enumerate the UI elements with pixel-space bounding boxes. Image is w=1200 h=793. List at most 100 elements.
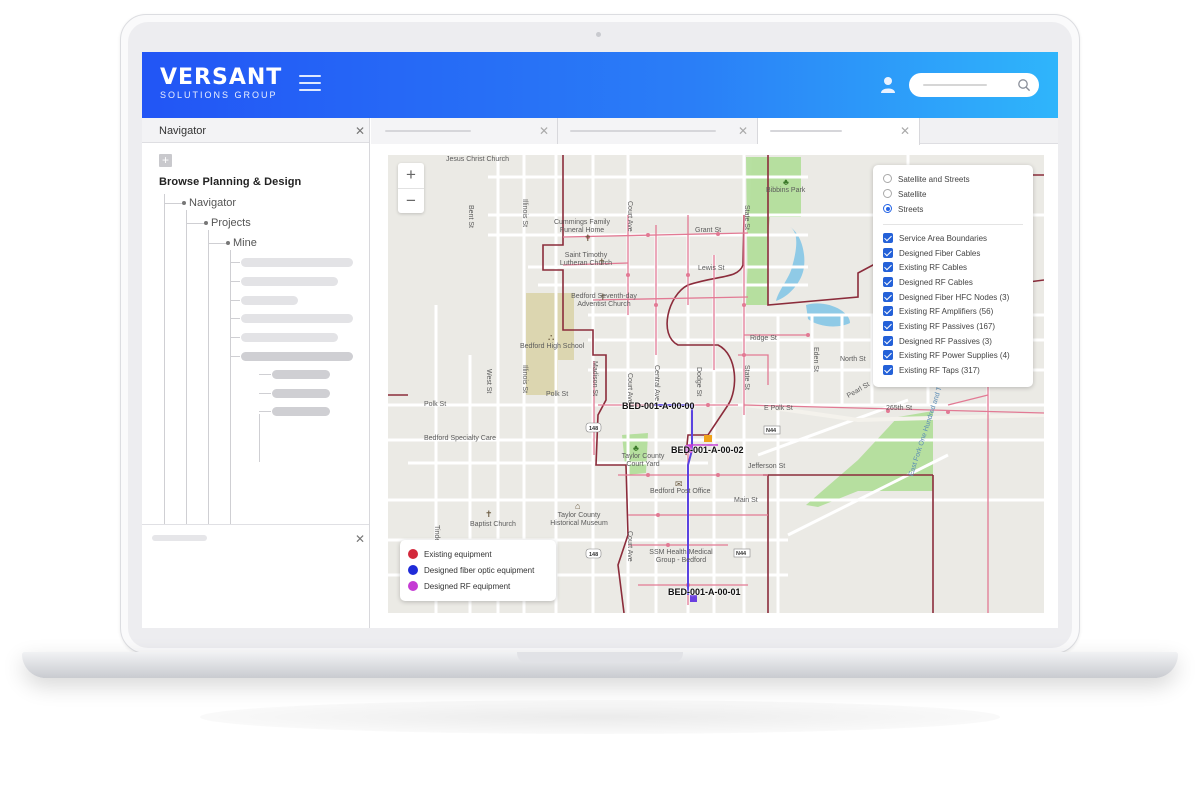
checkbox-checked[interactable]	[883, 262, 893, 272]
tab[interactable]: ✕	[558, 118, 758, 144]
overlay-option[interactable]: Designed Fiber Cables	[883, 248, 981, 259]
overlay-label: Designed Fiber Cables	[899, 249, 981, 259]
close-icon[interactable]: ✕	[900, 125, 910, 137]
tree-item-placeholder[interactable]	[272, 407, 330, 416]
tree-item-placeholder[interactable]	[241, 296, 298, 305]
base-layer-label: Satellite	[898, 190, 927, 199]
legend-swatch	[408, 548, 418, 559]
search-input[interactable]	[909, 73, 1039, 97]
tree-item-projects[interactable]: Projects	[211, 217, 251, 229]
overlay-option[interactable]: Designed Fiber HFC Nodes (3)	[883, 292, 1009, 303]
overlay-option[interactable]: Existing RF Taps (317)	[883, 365, 980, 376]
search-icon[interactable]	[1017, 78, 1031, 92]
equipment-label[interactable]: BED-001-A-00-01	[668, 587, 741, 597]
checkbox-checked[interactable]	[883, 306, 893, 316]
equipment-label[interactable]: BED-001-A-00-00	[622, 401, 695, 411]
map-place-label: Bedford Seventh-day Adventist Church	[571, 293, 637, 308]
tree-connector	[230, 337, 240, 338]
overlay-label: Existing RF Passives (167)	[899, 322, 996, 332]
tree-item-placeholder[interactable]	[241, 352, 353, 361]
base-layer-option[interactable]: Streets	[883, 204, 923, 215]
tree-item-placeholder[interactable]	[241, 314, 353, 323]
tab[interactable]: ✕	[371, 118, 558, 144]
radio-button[interactable]	[883, 174, 892, 184]
checkbox-checked[interactable]	[883, 365, 893, 375]
close-icon[interactable]: ✕	[539, 125, 549, 137]
zoom-out-button[interactable]: −	[398, 188, 424, 213]
lake	[776, 227, 805, 301]
equipment-label[interactable]: BED-001-A-00-02	[671, 445, 744, 455]
overlay-label: Existing RF Cables	[899, 263, 968, 273]
tree-item-placeholder[interactable]	[272, 370, 330, 379]
close-icon[interactable]: ✕	[355, 125, 365, 137]
legend-item: Existing equipment	[408, 548, 492, 560]
laptop-mockup: VERSANT SOLUTIONS GROUP Navigator ✕ + Br…	[0, 0, 1200, 793]
user-icon[interactable]	[880, 76, 896, 94]
museum-icon: ⌂	[575, 501, 580, 511]
map-view[interactable]: ✝ ✝ ✝ ✝ ⛬ ♣ ♣ ⌂ ✉ 148 148 N44 N44 Jesus …	[388, 155, 1044, 613]
map-street-label: Main St	[734, 497, 758, 504]
overlay-label: Existing RF Amplifiers (56)	[899, 307, 994, 317]
map-street-label: North St	[840, 356, 866, 363]
tree-connector	[186, 223, 204, 224]
map-street-label: Madison St	[591, 361, 598, 397]
map-street-label: Dodge St	[695, 367, 702, 397]
checkbox-checked[interactable]	[883, 336, 893, 346]
base-layer-option[interactable]: Satellite and Streets	[883, 174, 970, 185]
tree-node-dot	[226, 241, 230, 245]
overlay-option[interactable]: Existing RF Amplifiers (56)	[883, 306, 994, 317]
school-icon: ⛬	[548, 332, 554, 342]
navigator-title: Navigator	[159, 125, 207, 137]
overlay-option[interactable]: Existing RF Passives (167)	[883, 321, 996, 332]
map-street-label: Polk St	[546, 391, 569, 398]
close-icon[interactable]: ✕	[738, 125, 748, 137]
radio-button-selected[interactable]	[883, 204, 892, 214]
checkbox-checked[interactable]	[883, 292, 893, 302]
tree-connector	[230, 250, 231, 524]
overlay-option[interactable]: Existing RF Cables	[883, 262, 968, 273]
add-icon[interactable]: +	[159, 154, 172, 167]
legend-label: Designed RF equipment	[424, 582, 511, 591]
zoom-in-button[interactable]: +	[398, 163, 424, 188]
map-place-label: Jesus Christ Church	[446, 156, 510, 163]
checkbox-checked[interactable]	[883, 233, 893, 243]
close-icon[interactable]: ✕	[355, 533, 365, 545]
overlay-option[interactable]: Designed RF Cables	[883, 277, 973, 288]
checkbox-checked[interactable]	[883, 321, 893, 331]
tree-item-placeholder[interactable]	[241, 333, 338, 342]
map-street-label: Jefferson St	[748, 463, 786, 470]
overlay-label: Service Area Boundaries	[899, 234, 988, 244]
app-header: VERSANT SOLUTIONS GROUP	[142, 52, 1058, 118]
map-street-label: Ridge St	[750, 335, 777, 342]
tree-item-navigator[interactable]: Navigator	[189, 197, 236, 209]
map-place-label: Taylor County Historical Museum	[550, 512, 608, 527]
logo[interactable]: VERSANT SOLUTIONS GROUP	[160, 66, 282, 101]
map-street-label: Polk St	[424, 401, 447, 408]
radio-button[interactable]	[883, 189, 892, 199]
overlay-label: Designed RF Cables	[899, 278, 973, 288]
tree-item-placeholder[interactable]	[272, 389, 330, 398]
tree-connector	[208, 230, 209, 524]
tree-icon: ♣	[783, 177, 789, 187]
checkbox-checked[interactable]	[883, 277, 893, 287]
overlay-option[interactable]: Designed RF Passives (3)	[883, 336, 992, 347]
tree-item-placeholder[interactable]	[241, 277, 338, 286]
tab-active[interactable]: ✕	[758, 118, 920, 145]
overlay-option[interactable]: Service Area Boundaries	[883, 233, 988, 244]
hamburger-menu-icon[interactable]	[299, 75, 321, 93]
tree-item-mine[interactable]: Mine	[233, 237, 257, 249]
checkbox-checked[interactable]	[883, 350, 893, 360]
overlay-option[interactable]: Existing RF Power Supplies (4)	[883, 350, 1010, 361]
checkbox-checked[interactable]	[883, 248, 893, 258]
tree-connector	[230, 281, 240, 282]
map-street-label: E Polk St	[764, 405, 793, 412]
map-street-label: Court Ave	[626, 201, 633, 232]
tree-root[interactable]: Browse Planning & Design	[159, 176, 301, 188]
tree-connector	[259, 411, 271, 412]
map-street-label: Eden St	[812, 347, 819, 372]
tree-connector	[208, 243, 226, 244]
legend-label: Designed fiber optic equipment	[424, 566, 535, 575]
legend-label: Existing equipment	[424, 550, 492, 559]
base-layer-option[interactable]: Satellite	[883, 189, 927, 200]
tree-item-placeholder[interactable]	[241, 258, 353, 267]
